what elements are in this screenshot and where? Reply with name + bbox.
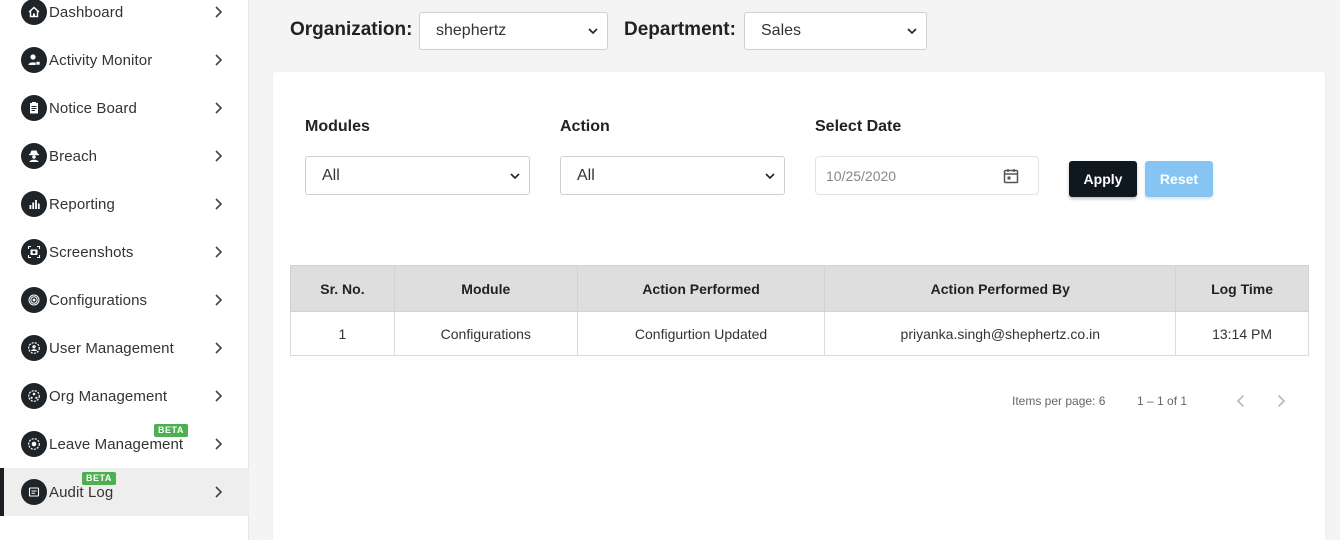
table-header-row: Sr. No. Module Action Performed Action P… (290, 265, 1309, 312)
chevron-right-icon (215, 390, 223, 402)
reset-button[interactable]: Reset (1145, 161, 1213, 197)
sidebar-item-label: Breach (49, 147, 98, 165)
sidebar-item-label: Audit Log (49, 483, 114, 501)
column-header-sr-no[interactable]: Sr. No. (290, 265, 395, 312)
organization-select-value: shephertz (436, 22, 507, 39)
chevron-right-icon (215, 342, 223, 354)
column-header-module[interactable]: Module (393, 265, 578, 312)
camera-icon (21, 239, 47, 265)
chevron-right-icon (215, 198, 223, 210)
sidebar-item-label: Org Management (49, 387, 168, 405)
department-label: Department: (624, 19, 736, 40)
sidebar-item-audit-log[interactable]: Audit Log BETA (0, 468, 249, 516)
leave-icon (21, 431, 47, 457)
department-select-value: Sales (761, 22, 802, 39)
chevron-down-icon (907, 28, 917, 35)
modules-label: Modules (305, 118, 370, 135)
chevron-right-icon (215, 150, 223, 162)
apply-button[interactable]: Apply (1069, 161, 1137, 197)
sidebar-item-notice-board[interactable]: Notice Board (0, 84, 249, 132)
chevron-right-icon (215, 438, 223, 450)
cell-action-performed: Configurtion Updated (576, 311, 826, 356)
chevron-right-icon (215, 102, 223, 114)
bar-chart-icon (21, 191, 47, 217)
chevron-right-icon (215, 54, 223, 66)
organization-select[interactable]: shephertz (419, 12, 608, 50)
user-gear-icon (21, 335, 47, 361)
sidebar-item-label: Leave Management (49, 435, 184, 453)
user-lock-icon (21, 47, 47, 73)
sidebar-item-activity-monitor[interactable]: Activity Monitor (0, 36, 249, 84)
column-header-action-performed-by[interactable]: Action Performed By (824, 265, 1177, 312)
sidebar: Dashboard Activity Monitor Notice Board … (0, 0, 249, 540)
audit-log-table: Sr. No. Module Action Performed Action P… (290, 265, 1309, 356)
chevron-right-icon (215, 294, 223, 306)
action-label: Action (560, 118, 610, 135)
modules-select-value: All (322, 166, 340, 184)
action-select[interactable]: All (560, 156, 785, 195)
date-input-value: 10/25/2020 (826, 167, 897, 184)
sidebar-item-user-management[interactable]: User Management (0, 324, 249, 372)
column-header-log-time[interactable]: Log Time (1175, 265, 1309, 312)
sidebar-item-label: Notice Board (49, 99, 137, 117)
sidebar-item-leave-management[interactable]: Leave Management BETA (0, 420, 249, 468)
sidebar-item-dashboard[interactable]: Dashboard (0, 0, 249, 36)
chevron-right-icon (215, 6, 223, 18)
calendar-icon[interactable] (1002, 167, 1020, 185)
chevron-down-icon (510, 172, 520, 179)
beta-badge: BETA (154, 424, 188, 437)
spy-icon (21, 143, 47, 169)
action-select-value: All (577, 166, 595, 184)
chevron-down-icon (765, 172, 775, 179)
sidebar-item-breach[interactable]: Breach (0, 132, 249, 180)
chevron-right-icon (215, 246, 223, 258)
page-range: 1 – 1 of 1 (1137, 394, 1188, 408)
clipboard-icon (21, 95, 47, 121)
previous-page-icon[interactable] (1234, 393, 1248, 409)
cell-log-time: 13:14 PM (1175, 311, 1309, 356)
sidebar-item-label: Activity Monitor (49, 51, 153, 69)
select-date-label: Select Date (815, 118, 902, 135)
beta-badge: BETA (82, 472, 116, 485)
cell-action-performed-by: priyanka.singh@shephertz.co.in (824, 311, 1177, 356)
sidebar-item-configurations[interactable]: Configurations (0, 276, 249, 324)
sidebar-item-screenshots[interactable]: Screenshots (0, 228, 249, 276)
table-row[interactable]: 1 Configurations Configurtion Updated pr… (290, 311, 1309, 356)
gear-icon (21, 287, 47, 313)
date-input[interactable]: 10/25/2020 (815, 156, 1039, 195)
home-icon (21, 0, 47, 25)
organization-label: Organization: (290, 19, 413, 40)
modules-select[interactable]: All (305, 156, 530, 195)
sidebar-item-label: Screenshots (49, 243, 134, 261)
sidebar-item-label: Configurations (49, 291, 148, 309)
org-icon (21, 383, 47, 409)
cell-sr-no: 1 (290, 311, 395, 356)
sidebar-item-label: User Management (49, 339, 174, 357)
chevron-down-icon (588, 28, 598, 35)
sidebar-item-label: Dashboard (49, 3, 124, 21)
items-per-page[interactable]: Items per page: 6 (1012, 394, 1105, 408)
sidebar-item-label: Reporting (49, 195, 115, 213)
department-select[interactable]: Sales (744, 12, 927, 50)
sidebar-item-reporting[interactable]: Reporting (0, 180, 249, 228)
cell-module: Configurations (393, 311, 578, 356)
sidebar-item-org-management[interactable]: Org Management (0, 372, 249, 420)
audit-log-icon (21, 479, 47, 505)
chevron-right-icon (215, 486, 223, 498)
next-page-icon[interactable] (1274, 393, 1288, 409)
column-header-action-performed[interactable]: Action Performed (576, 265, 826, 312)
